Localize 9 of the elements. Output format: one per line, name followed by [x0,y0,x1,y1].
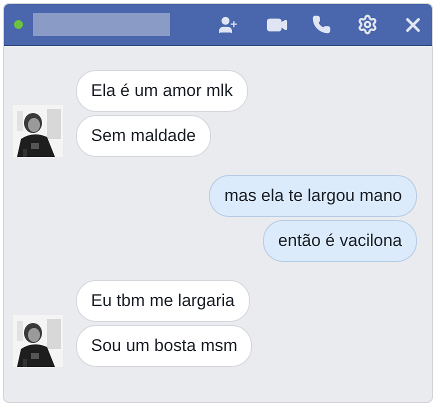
settings-icon[interactable] [357,14,378,35]
message-bubble: Ela é um amor mlk [76,70,248,112]
message-bubble: então é vacilona [263,220,417,262]
message-bubble: Sou um bosta msm [76,325,252,367]
message-bubble: Sem maldade [76,115,211,157]
message-bubble: mas ela te largou mano [209,175,417,217]
add-person-icon[interactable] [218,14,238,34]
phone-icon[interactable] [312,15,331,34]
message-bubble: Eu tbm me largaria [76,280,250,322]
